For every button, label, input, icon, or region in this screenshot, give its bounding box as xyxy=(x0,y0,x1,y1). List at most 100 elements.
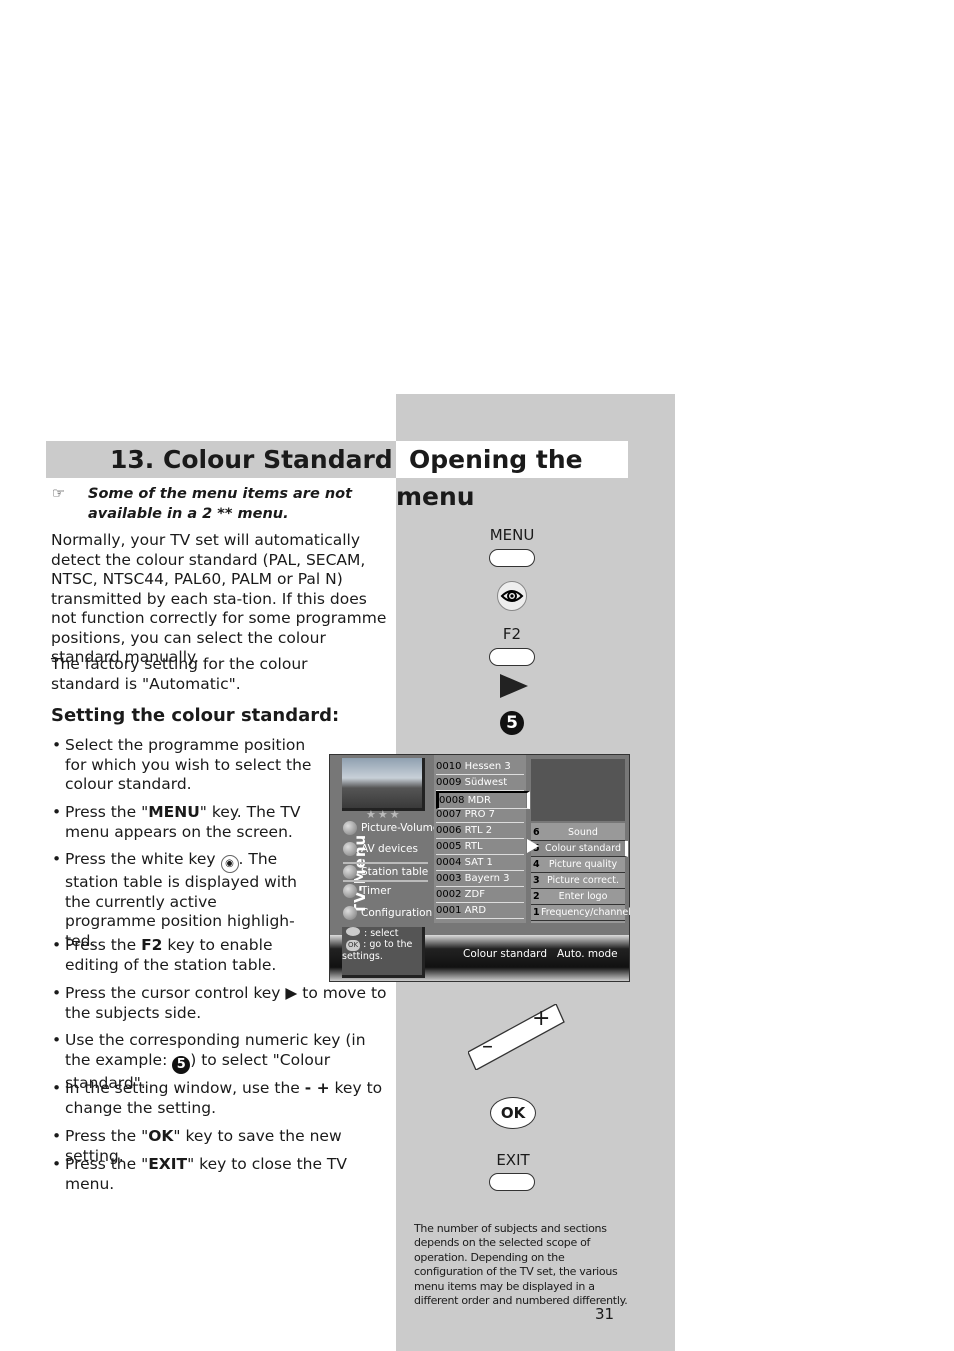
factory-paragraph: The factory setting for the colour stand… xyxy=(51,655,308,693)
section-title: 13. Colour Standard xyxy=(46,441,396,478)
bullet-pre: Press the xyxy=(65,936,142,954)
station-number: 0003 xyxy=(436,873,462,884)
menu-ball-icon xyxy=(343,821,357,835)
bullet-pre: In the setting window, use the xyxy=(65,1079,305,1097)
bullet-dot: • xyxy=(52,736,62,754)
bullet-dot: • xyxy=(52,803,62,821)
bullet-dot: • xyxy=(52,984,62,1002)
intro-paragraph: Normally, your TV set will automatically… xyxy=(51,531,387,666)
station-row: 0009 Südwest xyxy=(436,775,524,791)
ok-key-icon: OK xyxy=(346,940,361,951)
station-row: 0003 Bayern 3 xyxy=(436,871,524,887)
ok-key: OK xyxy=(490,1097,536,1129)
station-row: 0004 SAT 1 xyxy=(436,855,524,871)
note-text: Some of the menu items are not available… xyxy=(88,486,353,522)
station-number: 0006 xyxy=(436,825,462,836)
tv-menu-label: AV devices xyxy=(361,843,418,855)
tv-menu-item: Picture-Volume xyxy=(343,820,439,836)
station-number: 0005 xyxy=(436,841,462,852)
bullet-dot: • xyxy=(52,1155,62,1173)
station-name: RTL xyxy=(464,841,483,852)
station-name: ZDF xyxy=(464,889,485,900)
bullet-dot: • xyxy=(52,1031,62,1049)
station-name: Hessen 3 xyxy=(464,761,511,772)
key-name: F2 xyxy=(141,936,163,954)
station-number: 0009 xyxy=(436,777,462,788)
station-table: 0010 Hessen 3 0009 Südwest 0008 MDR 0007 PR… xyxy=(434,755,530,923)
tv-menu-label: Configuration xyxy=(361,907,433,919)
key-name: - + xyxy=(304,1079,330,1097)
eye-key-icon: ◉ xyxy=(220,855,239,873)
subject-label: Enter logo xyxy=(558,891,608,902)
subject-number: 4 xyxy=(533,859,540,870)
station-name: RTL 2 xyxy=(464,825,493,836)
pointing-hand-icon: ☞ xyxy=(52,486,65,502)
bullet-pre: Select the programme position for which … xyxy=(65,736,312,793)
menu-key-label: MENU xyxy=(489,526,535,544)
bullet-text: Press the "EXIT" key to close the TV men… xyxy=(52,1155,387,1194)
numeric-key-icon: 5 xyxy=(172,1055,191,1074)
instruction-bullet: • Press the "EXIT" key to close the TV me… xyxy=(52,1155,387,1194)
instruction-bullet: • Press the cursor control key ▶ to move … xyxy=(52,984,387,1023)
f2-key xyxy=(489,648,535,666)
updown-key-icon xyxy=(346,927,360,936)
menu-ball-icon xyxy=(343,865,357,879)
menu-ball-icon xyxy=(343,906,357,920)
station-number: 0002 xyxy=(436,889,462,900)
station-row: 0005 RTL xyxy=(436,839,524,855)
subject-number: 3 xyxy=(533,875,540,886)
right-title: Opening the menu xyxy=(396,441,628,511)
bullet-pre: Press the white key xyxy=(65,850,221,868)
menu-ball-icon xyxy=(343,842,357,856)
manual-page: 13. Colour Standard Opening the menu ☞ S… xyxy=(0,0,954,1351)
exit-key xyxy=(489,1173,535,1191)
station-row: 0002 ZDF xyxy=(436,887,524,903)
subject-item: 2 Enter logo xyxy=(531,889,625,905)
bullet-dot: • xyxy=(52,1079,62,1097)
menu-ball-icon xyxy=(343,884,357,898)
f2-key-label: F2 xyxy=(502,625,522,643)
preview-picture xyxy=(342,758,425,811)
right-arrow-icon: ▶ xyxy=(285,984,298,1002)
help-select: : select xyxy=(364,928,399,939)
subject-item: 5 Colour standard xyxy=(531,841,628,857)
tv-menu-label: Timer xyxy=(361,885,392,897)
station-row: 0001 ARD xyxy=(436,903,524,919)
tv-menu-item: Configuration xyxy=(343,905,432,921)
bullet-text: Select the programme position for which … xyxy=(52,736,312,795)
bullet-pre: Press the cursor control key xyxy=(65,984,286,1002)
subject-item: 3 Picture correct. xyxy=(531,873,625,889)
subject-number: 2 xyxy=(533,891,540,902)
instruction-bullet: • In the setting window, use the - + key … xyxy=(52,1079,387,1118)
status-text: Colour standard Auto. mode xyxy=(463,948,618,960)
tv-menu-item: Station table xyxy=(343,862,429,882)
station-name: SAT 1 xyxy=(464,857,493,868)
tv-menu-item: AV devices xyxy=(343,841,418,857)
instruction-bullet: • Press the F2 key to enable editing of t… xyxy=(52,936,312,975)
eye-key-icon xyxy=(497,581,527,611)
station-number: 0004 xyxy=(436,857,462,868)
status-label: Colour standard xyxy=(463,948,547,960)
key-name: MENU xyxy=(148,803,200,821)
station-name: ARD xyxy=(464,905,487,916)
right-arrow-key-icon xyxy=(500,674,528,702)
help-box: : select OK: go to the settings. xyxy=(342,927,425,978)
bullet-text: In the setting window, use the - + key t… xyxy=(52,1079,387,1118)
note: ☞ Some of the menu items are not availab… xyxy=(52,484,392,524)
key-name: EXIT xyxy=(148,1155,188,1173)
menu-key xyxy=(489,549,535,567)
numeric-key-5: 5 xyxy=(500,711,524,735)
subject-number: 1 xyxy=(533,907,540,918)
status-value: Auto. mode xyxy=(557,948,618,960)
station-number: 0007 xyxy=(436,809,462,820)
tv-menu-item: Timer xyxy=(343,883,391,899)
bullet-dot: • xyxy=(52,1127,62,1145)
subject-item: 1 Frequency/channel xyxy=(531,905,631,921)
key-name: OK xyxy=(148,1127,174,1145)
exit-key-label: EXIT xyxy=(496,1151,530,1169)
station-number: 0010 xyxy=(436,761,462,772)
selection-arrow-icon xyxy=(527,839,539,856)
subject-label: Picture correct. xyxy=(547,875,619,886)
subject-item: 4 Picture quality xyxy=(531,857,625,873)
plus-sign: + xyxy=(532,1006,551,1031)
